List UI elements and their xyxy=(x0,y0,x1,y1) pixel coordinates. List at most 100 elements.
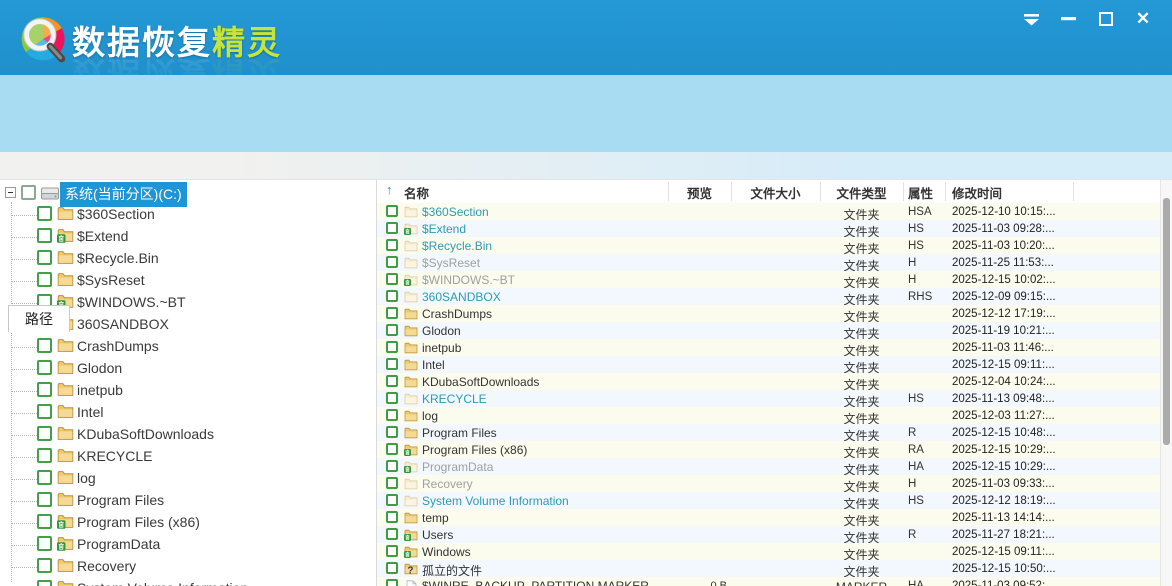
row-checkbox[interactable] xyxy=(386,426,398,438)
tree-item-label[interactable]: log xyxy=(77,470,96,486)
column-header-type[interactable]: 文件类型 xyxy=(820,183,903,202)
row-checkbox[interactable] xyxy=(386,324,398,336)
tree-item[interactable]: Intel xyxy=(0,402,376,424)
file-name[interactable]: $WINRE_BACKUP_PARTITION.MARKER xyxy=(422,579,649,586)
tree-item[interactable]: Program Files (x86) xyxy=(0,512,376,534)
table-row[interactable]: Intel文件夹2025-12-15 09:11:... xyxy=(377,356,1160,373)
column-header-preview[interactable]: 预览 xyxy=(668,183,731,202)
tree-item-checkbox[interactable] xyxy=(37,514,52,529)
tree-item-label[interactable]: 360SANDBOX xyxy=(77,316,169,332)
scrollbar-thumb[interactable] xyxy=(1163,198,1170,445)
tree-item-label[interactable]: $Extend xyxy=(77,228,128,244)
row-checkbox[interactable] xyxy=(386,562,398,574)
row-checkbox[interactable] xyxy=(386,392,398,404)
table-row[interactable]: ?孤立的文件文件夹2025-12-15 10:50:... xyxy=(377,560,1160,577)
tree-item-label[interactable]: ProgramData xyxy=(77,536,160,552)
tree-root-item[interactable]: 系统(当前分区)(C:) xyxy=(0,182,376,204)
table-row[interactable]: inetpub文件夹2025-11-03 11:46:... xyxy=(377,339,1160,356)
tree-item-label[interactable]: $SysReset xyxy=(77,272,145,288)
table-row[interactable]: log文件夹2025-12-03 11:27:... xyxy=(377,407,1160,424)
file-name[interactable]: $Extend xyxy=(422,222,466,236)
file-name[interactable]: Intel xyxy=(422,358,445,372)
row-checkbox[interactable] xyxy=(386,256,398,268)
maximize-button[interactable] xyxy=(1089,4,1123,34)
row-checkbox[interactable] xyxy=(386,239,398,251)
tree-item-label[interactable]: KDubaSoftDownloads xyxy=(77,426,214,442)
file-name[interactable]: System Volume Information xyxy=(422,494,569,508)
tree-item-label[interactable]: Glodon xyxy=(77,360,122,376)
table-row[interactable]: $360Section文件夹HSA2025-12-10 10:15:... xyxy=(377,203,1160,220)
tree-item[interactable]: Recovery xyxy=(0,556,376,578)
tree-item-label[interactable]: Intel xyxy=(77,404,103,420)
table-row[interactable]: $Recycle.Bin文件夹HS2025-11-03 10:20:... xyxy=(377,237,1160,254)
tree-item-checkbox[interactable] xyxy=(37,448,52,463)
table-row[interactable]: $WINDOWS.~BT文件夹H2025-12-15 10:02:... xyxy=(377,271,1160,288)
table-row[interactable]: $Extend文件夹HS2025-11-03 09:28:... xyxy=(377,220,1160,237)
table-row[interactable]: temp文件夹2025-11-13 14:14:... xyxy=(377,509,1160,526)
row-checkbox[interactable] xyxy=(386,443,398,455)
file-name[interactable]: Windows xyxy=(422,545,471,559)
close-button[interactable]: ✕ xyxy=(1126,4,1160,34)
tree-item[interactable]: $Extend xyxy=(0,226,376,248)
table-row[interactable]: $SysReset文件夹H2025-11-25 11:53:... xyxy=(377,254,1160,271)
table-row[interactable]: Users文件夹R2025-11-27 18:21:... xyxy=(377,526,1160,543)
tree-item-checkbox[interactable] xyxy=(37,470,52,485)
file-name[interactable]: CrashDumps xyxy=(422,307,492,321)
row-checkbox[interactable] xyxy=(386,494,398,506)
tree-item-checkbox[interactable] xyxy=(37,382,52,397)
table-row[interactable]: $WINRE_BACKUP_PARTITION.MARKER0 BMARKERH… xyxy=(377,577,1160,586)
tree-item-checkbox[interactable] xyxy=(37,404,52,419)
file-name[interactable]: Glodon xyxy=(422,324,461,338)
vertical-scrollbar[interactable] xyxy=(1160,180,1172,586)
tree-item-label[interactable]: inetpub xyxy=(77,382,123,398)
sort-ascending-icon[interactable]: ↑ xyxy=(386,182,393,197)
tree-item[interactable]: ProgramData xyxy=(0,534,376,556)
row-checkbox[interactable] xyxy=(386,409,398,421)
file-name[interactable]: temp xyxy=(422,511,449,525)
column-header-name[interactable]: 名称 xyxy=(404,183,429,202)
tree-item[interactable]: System Volume Information xyxy=(0,578,376,586)
row-checkbox[interactable] xyxy=(386,358,398,370)
row-checkbox[interactable] xyxy=(386,545,398,557)
tree-item-label[interactable]: Recovery xyxy=(77,558,136,574)
row-checkbox[interactable] xyxy=(386,341,398,353)
tree-item-label[interactable]: Program Files (x86) xyxy=(77,514,200,530)
tree-item-checkbox[interactable] xyxy=(37,250,52,265)
tree-item-checkbox[interactable] xyxy=(37,272,52,287)
collapse-icon[interactable] xyxy=(5,187,16,198)
tree-item[interactable]: Glodon xyxy=(0,358,376,380)
tree-item-checkbox[interactable] xyxy=(37,558,52,573)
row-checkbox[interactable] xyxy=(386,205,398,217)
row-checkbox[interactable] xyxy=(386,290,398,302)
table-row[interactable]: KRECYCLE文件夹HS2025-11-13 09:48:... xyxy=(377,390,1160,407)
row-checkbox[interactable] xyxy=(386,273,398,285)
row-checkbox[interactable] xyxy=(386,307,398,319)
table-row[interactable]: Glodon文件夹2025-11-19 10:21:... xyxy=(377,322,1160,339)
table-row[interactable]: System Volume Information文件夹HS2025-12-12… xyxy=(377,492,1160,509)
tree-item[interactable]: inetpub xyxy=(0,380,376,402)
file-name[interactable]: 360SANDBOX xyxy=(422,290,501,304)
table-row[interactable]: ProgramData文件夹HA2025-12-15 10:29:... xyxy=(377,458,1160,475)
file-name[interactable]: Recovery xyxy=(422,477,473,491)
minimize-button[interactable] xyxy=(1051,4,1085,34)
tree-item[interactable]: KRECYCLE xyxy=(0,446,376,468)
row-checkbox[interactable] xyxy=(386,460,398,472)
table-row[interactable]: 360SANDBOX文件夹RHS2025-12-09 09:15:... xyxy=(377,288,1160,305)
column-header-modified[interactable]: 修改时间 xyxy=(948,183,1048,202)
tree-item-checkbox[interactable] xyxy=(37,426,52,441)
file-name[interactable]: Users xyxy=(422,528,453,542)
row-checkbox[interactable] xyxy=(386,528,398,540)
tree-item[interactable]: KDubaSoftDownloads xyxy=(0,424,376,446)
tree-item[interactable]: log xyxy=(0,468,376,490)
table-row[interactable]: Program Files文件夹R2025-12-15 10:48:... xyxy=(377,424,1160,441)
column-header-size[interactable]: 文件大小 xyxy=(731,183,820,202)
tree-item[interactable]: $Recycle.Bin xyxy=(0,248,376,270)
tree-item-checkbox[interactable] xyxy=(37,228,52,243)
tree-root-checkbox[interactable] xyxy=(21,185,36,200)
tree-item-label[interactable]: $WINDOWS.~BT xyxy=(77,294,186,310)
tree-item-label[interactable]: Program Files xyxy=(77,492,164,508)
file-name[interactable]: $Recycle.Bin xyxy=(422,239,492,253)
tree-item[interactable]: $360Section xyxy=(0,204,376,226)
table-row[interactable]: Recovery文件夹H2025-11-03 09:33:... xyxy=(377,475,1160,492)
row-checkbox[interactable] xyxy=(386,375,398,387)
